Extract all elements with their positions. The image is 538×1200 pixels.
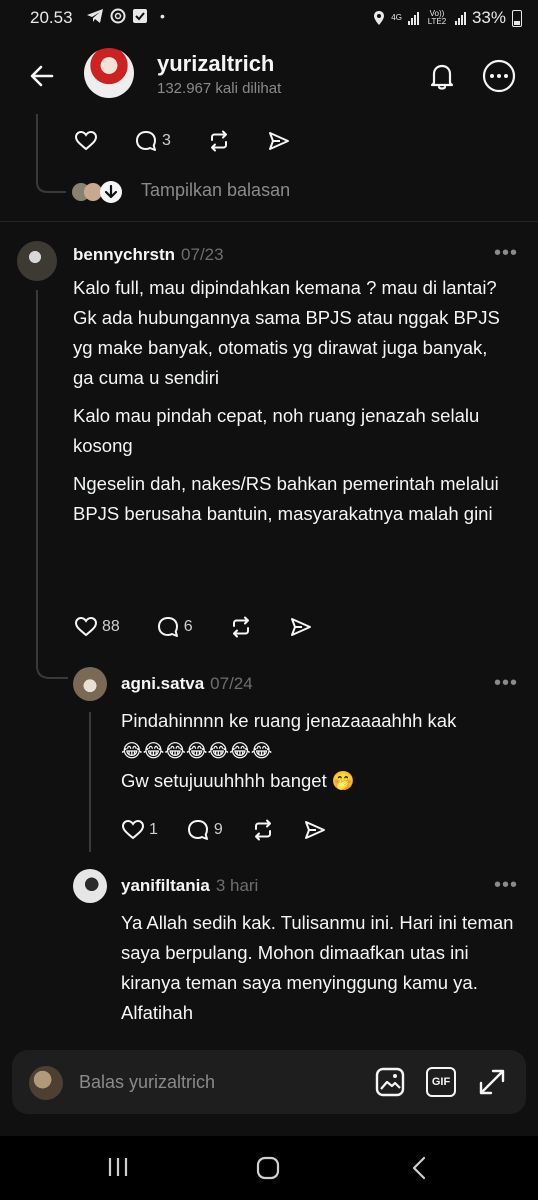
threads-icon bbox=[110, 8, 126, 24]
signal-icon-2 bbox=[454, 11, 466, 25]
checkbox-icon bbox=[133, 9, 147, 23]
repost-button[interactable] bbox=[229, 615, 253, 639]
like-button[interactable]: 1 bbox=[121, 818, 158, 842]
share-button[interactable] bbox=[289, 615, 313, 639]
my-avatar bbox=[29, 1066, 63, 1100]
comment-avatar[interactable] bbox=[17, 241, 57, 281]
reply-count: 9 bbox=[213, 821, 223, 838]
heart-icon bbox=[74, 130, 98, 151]
heart-icon bbox=[74, 616, 98, 637]
comment-header: agni.satva 07/24 bbox=[121, 674, 253, 694]
telegram-icon bbox=[87, 9, 103, 23]
thread-line bbox=[89, 712, 91, 852]
comment-button[interactable]: 3 bbox=[134, 129, 171, 153]
thread-line bbox=[36, 290, 38, 660]
recents-icon[interactable] bbox=[106, 1156, 130, 1178]
share-button[interactable] bbox=[267, 129, 291, 153]
profile-avatar[interactable] bbox=[84, 48, 134, 98]
comment-button[interactable]: 9 bbox=[186, 818, 223, 842]
comment-paragraph: Kalo full, mau dipindahkan kemana ? mau … bbox=[73, 277, 500, 388]
comment-paragraph: Kalo mau pindah cepat, noh ruang jenazah… bbox=[73, 405, 480, 456]
network-4g-label: 4G bbox=[391, 13, 402, 22]
send-icon bbox=[268, 132, 289, 150]
signal-icon bbox=[407, 11, 419, 25]
divider bbox=[0, 221, 538, 222]
network-lte-label: Vo)) LTE2 bbox=[427, 9, 447, 26]
thread-curve bbox=[36, 172, 66, 193]
header: yurizaltrich 132.967 kali dilihat bbox=[0, 36, 538, 114]
comment-actions: 1 9 bbox=[121, 818, 327, 842]
back-arrow-icon[interactable] bbox=[28, 62, 56, 90]
comment-date: 07/23 bbox=[181, 245, 224, 264]
comment-avatar[interactable] bbox=[73, 869, 107, 903]
comment-more-icon[interactable]: ••• bbox=[494, 242, 518, 265]
profile-username[interactable]: yurizaltrich bbox=[157, 51, 274, 77]
share-button[interactable] bbox=[303, 818, 327, 842]
reply-bar: Balas yurizaltrich GIF bbox=[12, 1050, 526, 1114]
comment-body: Ya Allah sedih kak. Tulisanmu ini. Hari … bbox=[121, 908, 521, 1036]
view-count: 132.967 kali dilihat bbox=[157, 80, 282, 97]
image-icon[interactable] bbox=[375, 1067, 405, 1097]
comment-header: bennychrstn 07/23 bbox=[73, 245, 224, 265]
send-icon bbox=[290, 618, 311, 636]
comment-date: 3 hari bbox=[215, 876, 259, 895]
reply-count: 6 bbox=[183, 618, 193, 635]
comment-icon bbox=[136, 131, 156, 151]
comment-paragraph: Ya Allah sedih kak. Tulisanmu ini. Hari … bbox=[121, 912, 514, 1023]
like-count: 1 bbox=[149, 821, 158, 838]
reply-count: 3 bbox=[162, 132, 171, 149]
more-options-icon[interactable] bbox=[481, 58, 517, 94]
notification-icons: • bbox=[86, 8, 165, 24]
location-icon bbox=[374, 11, 385, 25]
bell-icon[interactable] bbox=[425, 59, 459, 93]
comment-icon bbox=[157, 617, 178, 637]
reply-avatars-stack[interactable] bbox=[72, 181, 122, 203]
repost-button[interactable] bbox=[251, 818, 275, 842]
repost-button[interactable] bbox=[207, 129, 231, 153]
comment-actions: 88 6 bbox=[74, 615, 313, 639]
repost-icon bbox=[232, 616, 249, 638]
comment-header: yanifiltania 3 hari bbox=[121, 876, 258, 896]
expand-icon[interactable] bbox=[477, 1067, 507, 1097]
comment-username[interactable]: bennychrstn bbox=[73, 245, 175, 264]
comment-avatar[interactable] bbox=[73, 667, 107, 701]
dot-icon: • bbox=[160, 8, 165, 24]
battery-icon bbox=[512, 9, 522, 27]
comment-icon bbox=[187, 820, 208, 840]
gif-icon[interactable]: GIF bbox=[426, 1067, 456, 1097]
reply-input[interactable]: Balas yurizaltrich bbox=[79, 1072, 215, 1093]
comment-date: 07/24 bbox=[210, 674, 253, 693]
back-nav-icon[interactable] bbox=[410, 1156, 428, 1180]
battery-percent: 33% bbox=[471, 8, 506, 27]
top-post-actions: 3 bbox=[74, 129, 291, 153]
show-replies-link[interactable]: Tampilkan balasan bbox=[141, 180, 290, 201]
comment-username[interactable]: agni.satva bbox=[121, 674, 204, 693]
comment-paragraph: Ngeselin dah, nakes/RS bahkan pemerintah… bbox=[73, 473, 499, 524]
heart-icon bbox=[121, 819, 145, 840]
gif-label: GIF bbox=[431, 1076, 451, 1088]
status-bar: 20.53 • 4G Vo)) LTE2 33% bbox=[0, 0, 538, 36]
system-nav-bar bbox=[0, 1136, 538, 1200]
like-count: 88 bbox=[102, 618, 120, 635]
comment-username[interactable]: yanifiltania bbox=[121, 876, 210, 895]
home-icon[interactable] bbox=[256, 1156, 280, 1180]
like-button[interactable] bbox=[74, 129, 98, 153]
repost-icon bbox=[210, 130, 227, 152]
thread-curve bbox=[36, 654, 68, 679]
expand-down-icon bbox=[100, 181, 122, 203]
comment-body: Pindahinnnn ke ruang jenazaaaahhh kak 😂😂… bbox=[121, 706, 521, 804]
send-icon bbox=[304, 821, 325, 839]
comment-paragraph: Pindahinnnn ke ruang jenazaaaahhh kak 😂😂… bbox=[121, 710, 457, 791]
thread-line bbox=[36, 114, 38, 178]
status-right: 4G Vo)) LTE2 33% bbox=[373, 8, 522, 28]
repost-icon bbox=[254, 819, 271, 841]
comment-body: Kalo full, mau dipindahkan kemana ? mau … bbox=[73, 273, 513, 537]
status-time: 20.53 bbox=[30, 8, 73, 27]
comment-more-icon[interactable]: ••• bbox=[494, 874, 518, 897]
comment-more-icon[interactable]: ••• bbox=[494, 672, 518, 695]
comment-button[interactable]: 6 bbox=[156, 615, 193, 639]
like-button[interactable]: 88 bbox=[74, 615, 120, 639]
